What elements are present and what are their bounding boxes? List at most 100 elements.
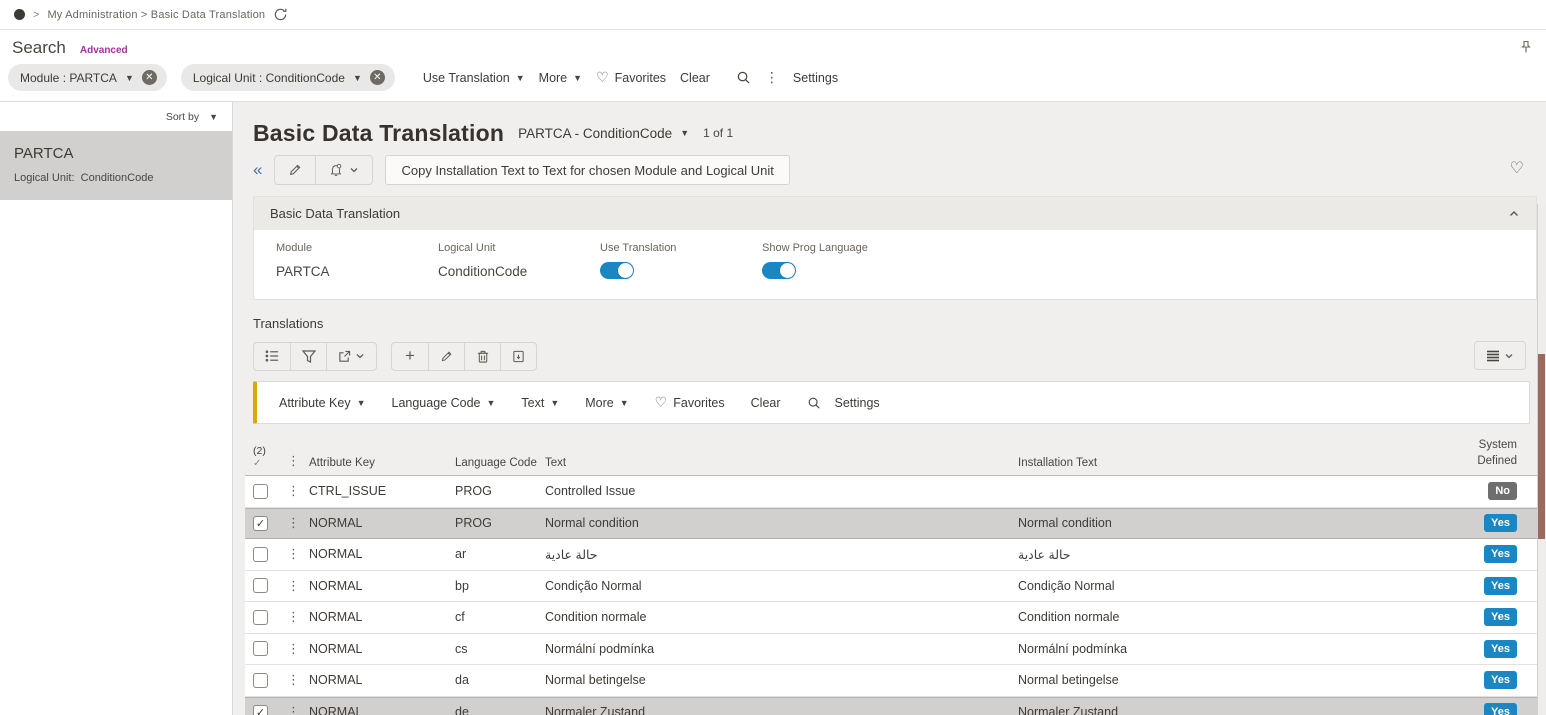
select-all-control[interactable]: (2) ✓ <box>253 446 287 469</box>
row-checkbox[interactable] <box>253 578 268 593</box>
column-header-installation-text[interactable]: Installation Text <box>1018 457 1453 469</box>
add-row-button[interactable]: + <box>392 343 428 370</box>
remove-filter-icon[interactable]: ✕ <box>370 70 385 85</box>
filter-icon[interactable] <box>290 343 326 370</box>
cell-text[interactable]: حالة عادية <box>545 547 1018 562</box>
row-checkbox[interactable]: ✓ <box>253 516 268 531</box>
show-prog-language-toggle[interactable] <box>762 262 796 279</box>
remove-filter-icon[interactable]: ✕ <box>142 70 157 85</box>
kebab-menu-icon[interactable]: ⋮ <box>765 69 779 86</box>
chevron-up-icon[interactable] <box>1508 208 1520 220</box>
cell-language-code[interactable]: cs <box>455 642 545 656</box>
row-kebab-icon[interactable]: ⋮ <box>287 609 309 625</box>
row-checkbox[interactable]: ✓ <box>253 705 268 715</box>
copy-installation-text-button[interactable]: Copy Installation Text to Text for chose… <box>385 155 789 185</box>
filter-chip-module[interactable]: Module : PARTCA ▼ ✕ <box>8 64 167 91</box>
more-filter-menu[interactable]: More▼ <box>585 396 628 410</box>
home-icon[interactable] <box>14 9 25 20</box>
card-header[interactable]: Basic Data Translation <box>254 197 1536 230</box>
cell-installation-text[interactable]: Condition normale <box>1018 610 1453 624</box>
row-kebab-icon[interactable]: ⋮ <box>287 546 309 562</box>
cell-installation-text[interactable]: Normal betingelse <box>1018 673 1453 687</box>
row-kebab-icon[interactable]: ⋮ <box>287 483 309 499</box>
column-header-text[interactable]: Text <box>545 457 1018 469</box>
cell-text[interactable]: Condição Normal <box>545 579 1018 593</box>
cell-text[interactable]: Normal betingelse <box>545 673 1018 687</box>
collapse-sidebar-icon[interactable]: « <box>253 160 262 180</box>
settings-button[interactable]: Settings <box>835 396 880 410</box>
table-row[interactable]: ⋮ NORMAL cf Condition normale Condition … <box>245 602 1537 634</box>
cell-attribute-key[interactable]: NORMAL <box>309 642 455 656</box>
cell-language-code[interactable]: PROG <box>455 484 545 498</box>
row-checkbox[interactable] <box>253 673 268 688</box>
notify-menu-button[interactable] <box>315 156 372 184</box>
search-icon[interactable] <box>736 70 751 85</box>
table-row[interactable]: ✓ ⋮ NORMAL PROG Normal condition Normal … <box>245 508 1537 540</box>
refresh-icon[interactable] <box>273 7 288 22</box>
cell-attribute-key[interactable]: NORMAL <box>309 673 455 687</box>
cell-language-code[interactable]: PROG <box>455 516 545 530</box>
favorite-page-icon[interactable]: ♡ <box>1510 158 1524 178</box>
cell-installation-text[interactable]: Normální podmínka <box>1018 642 1453 656</box>
attribute-key-filter-menu[interactable]: Attribute Key▼ <box>279 396 366 410</box>
favorites-button[interactable]: ♡ Favorites <box>655 394 725 411</box>
table-row[interactable]: ⋮ NORMAL bp Condição Normal Condição Nor… <box>245 571 1537 603</box>
row-checkbox[interactable] <box>253 641 268 656</box>
use-translation-toggle[interactable] <box>600 262 634 279</box>
cell-attribute-key[interactable]: NORMAL <box>309 547 455 561</box>
row-kebab-icon[interactable]: ⋮ <box>287 515 309 531</box>
row-kebab-icon[interactable]: ⋮ <box>287 704 309 715</box>
table-row[interactable]: ⋮ NORMAL ar حالة عادية حالة عادية Yes <box>245 539 1537 571</box>
cell-language-code[interactable]: bp <box>455 579 545 593</box>
cell-language-code[interactable]: cf <box>455 610 545 624</box>
table-row[interactable]: ⋮ NORMAL cs Normální podmínka Normální p… <box>245 634 1537 666</box>
row-checkbox[interactable] <box>253 547 268 562</box>
duplicate-row-button[interactable] <box>500 343 536 370</box>
advanced-search-link[interactable]: Advanced <box>80 45 128 56</box>
row-kebab-icon[interactable]: ⋮ <box>287 578 309 594</box>
column-header-language-code[interactable]: Language Code <box>455 457 545 469</box>
record-selector-dropdown[interactable]: PARTCA - ConditionCode▼ <box>518 126 689 141</box>
column-header-attribute-key[interactable]: Attribute Key <box>309 457 455 469</box>
row-checkbox[interactable] <box>253 484 268 499</box>
record-list-item-partca[interactable]: PARTCA Logical Unit: ConditionCode <box>0 131 232 200</box>
use-translation-menu[interactable]: Use Translation▼ <box>423 71 525 85</box>
scrollbar-thumb[interactable] <box>1538 354 1545 539</box>
cell-text[interactable]: Normaler Zustand <box>545 705 1018 715</box>
multi-select-icon[interactable] <box>254 343 290 370</box>
cell-text[interactable]: Condition normale <box>545 610 1018 624</box>
search-icon[interactable] <box>807 396 821 410</box>
clear-button[interactable]: Clear <box>751 396 781 410</box>
more-menu[interactable]: More▼ <box>539 71 582 85</box>
favorites-button[interactable]: ♡ Favorites <box>596 69 666 86</box>
cell-attribute-key[interactable]: NORMAL <box>309 705 455 715</box>
edit-button[interactable] <box>275 156 315 184</box>
cell-language-code[interactable]: de <box>455 705 545 715</box>
edit-row-button[interactable] <box>428 343 464 370</box>
clear-button[interactable]: Clear <box>680 71 710 85</box>
chevron-down-icon[interactable]: ▼ <box>125 73 134 83</box>
table-density-button[interactable] <box>1475 342 1525 369</box>
cell-installation-text[interactable]: حالة عادية <box>1018 547 1453 562</box>
row-kebab-icon[interactable]: ⋮ <box>287 672 309 688</box>
text-filter-menu[interactable]: Text▼ <box>521 396 559 410</box>
cell-installation-text[interactable]: Normal condition <box>1018 516 1453 530</box>
cell-text[interactable]: Normal condition <box>545 516 1018 530</box>
delete-row-button[interactable] <box>464 343 500 370</box>
settings-button[interactable]: Settings <box>793 71 838 85</box>
cell-attribute-key[interactable]: CTRL_ISSUE <box>309 484 455 498</box>
cell-installation-text[interactable]: Normaler Zustand <box>1018 705 1453 715</box>
cell-language-code[interactable]: ar <box>455 547 545 561</box>
cell-installation-text[interactable]: Condição Normal <box>1018 579 1453 593</box>
column-header-system-defined[interactable]: System Defined <box>1453 438 1517 469</box>
sort-by-dropdown[interactable]: Sort by▼ <box>0 102 232 131</box>
table-row[interactable]: ⋮ NORMAL da Normal betingelse Normal bet… <box>245 665 1537 697</box>
breadcrumb[interactable]: My Administration > Basic Data Translati… <box>47 9 265 21</box>
cell-text[interactable]: Normální podmínka <box>545 642 1018 656</box>
language-code-filter-menu[interactable]: Language Code▼ <box>392 396 496 410</box>
cell-language-code[interactable]: da <box>455 673 545 687</box>
cell-attribute-key[interactable]: NORMAL <box>309 610 455 624</box>
chevron-down-icon[interactable]: ▼ <box>353 73 362 83</box>
vertical-scrollbar[interactable] <box>1537 204 1546 715</box>
filter-chip-logical-unit[interactable]: Logical Unit : ConditionCode ▼ ✕ <box>181 64 395 91</box>
